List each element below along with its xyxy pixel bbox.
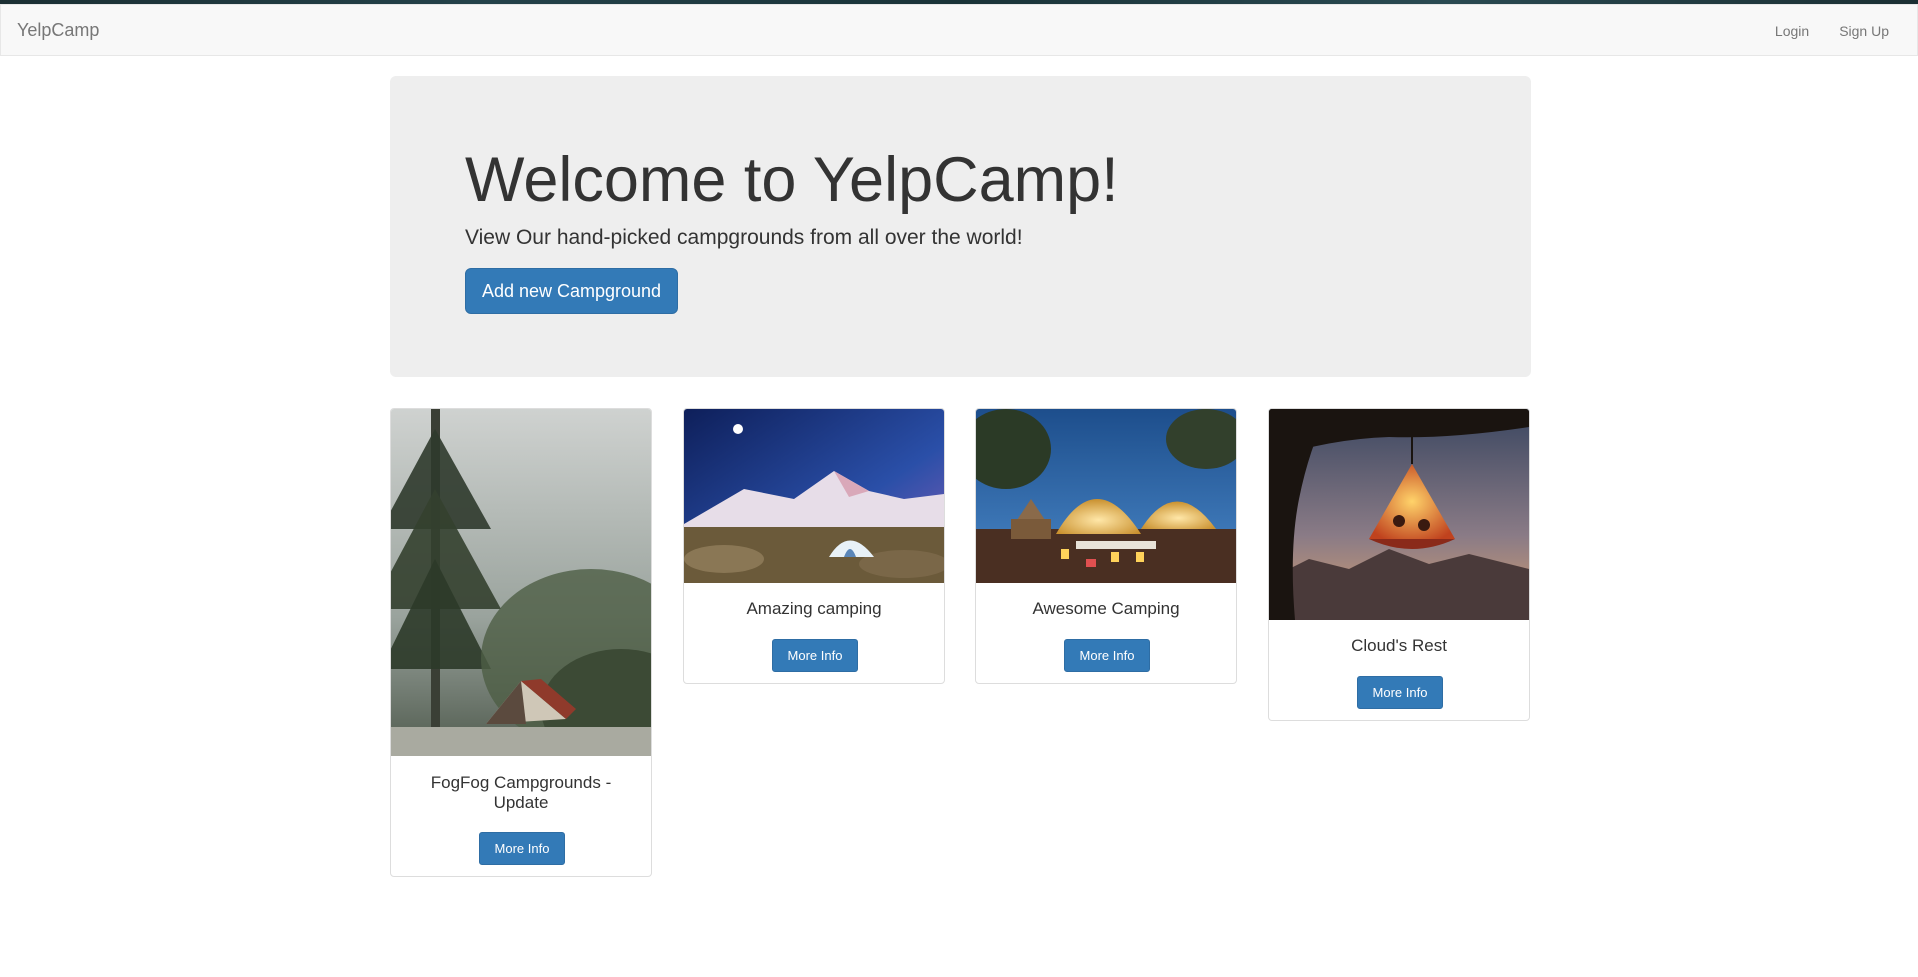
jumbotron: Welcome to YelpCamp! View Our hand-picke… bbox=[390, 76, 1531, 377]
campground-image bbox=[1269, 409, 1529, 620]
campground-card: Cloud's Rest More Info bbox=[1268, 408, 1530, 721]
campground-image bbox=[684, 409, 944, 583]
signup-link[interactable]: Sign Up bbox=[1824, 5, 1917, 55]
more-info-button[interactable]: More Info bbox=[1357, 676, 1443, 709]
more-info-button[interactable]: More Info bbox=[772, 639, 858, 672]
campground-card: Amazing camping More Info bbox=[683, 408, 945, 684]
campground-image bbox=[391, 409, 651, 756]
add-campground-button[interactable]: Add new Campground bbox=[465, 268, 678, 314]
more-info-button[interactable]: More Info bbox=[479, 832, 565, 865]
campground-image bbox=[976, 409, 1236, 583]
campground-name: FogFog Campgrounds - Update bbox=[430, 773, 612, 812]
campground-name: Amazing camping bbox=[746, 599, 882, 618]
brand-link[interactable]: YelpCamp bbox=[17, 20, 99, 41]
login-link[interactable]: Login bbox=[1760, 5, 1824, 55]
campground-card: Awesome Camping More Info bbox=[975, 408, 1237, 684]
campground-card: FogFog Campgrounds - Update More Info bbox=[390, 408, 652, 877]
page-title: Welcome to YelpCamp! bbox=[465, 145, 1119, 215]
more-info-button[interactable]: More Info bbox=[1064, 639, 1150, 672]
campground-name: Awesome Camping bbox=[1032, 599, 1180, 618]
page-subtitle: View Our hand-picked campgrounds from al… bbox=[465, 226, 1023, 249]
navbar: YelpCamp Login Sign Up bbox=[0, 4, 1918, 56]
navbar-right: Login Sign Up bbox=[1760, 5, 1917, 55]
campground-name: Cloud's Rest bbox=[1351, 636, 1447, 655]
